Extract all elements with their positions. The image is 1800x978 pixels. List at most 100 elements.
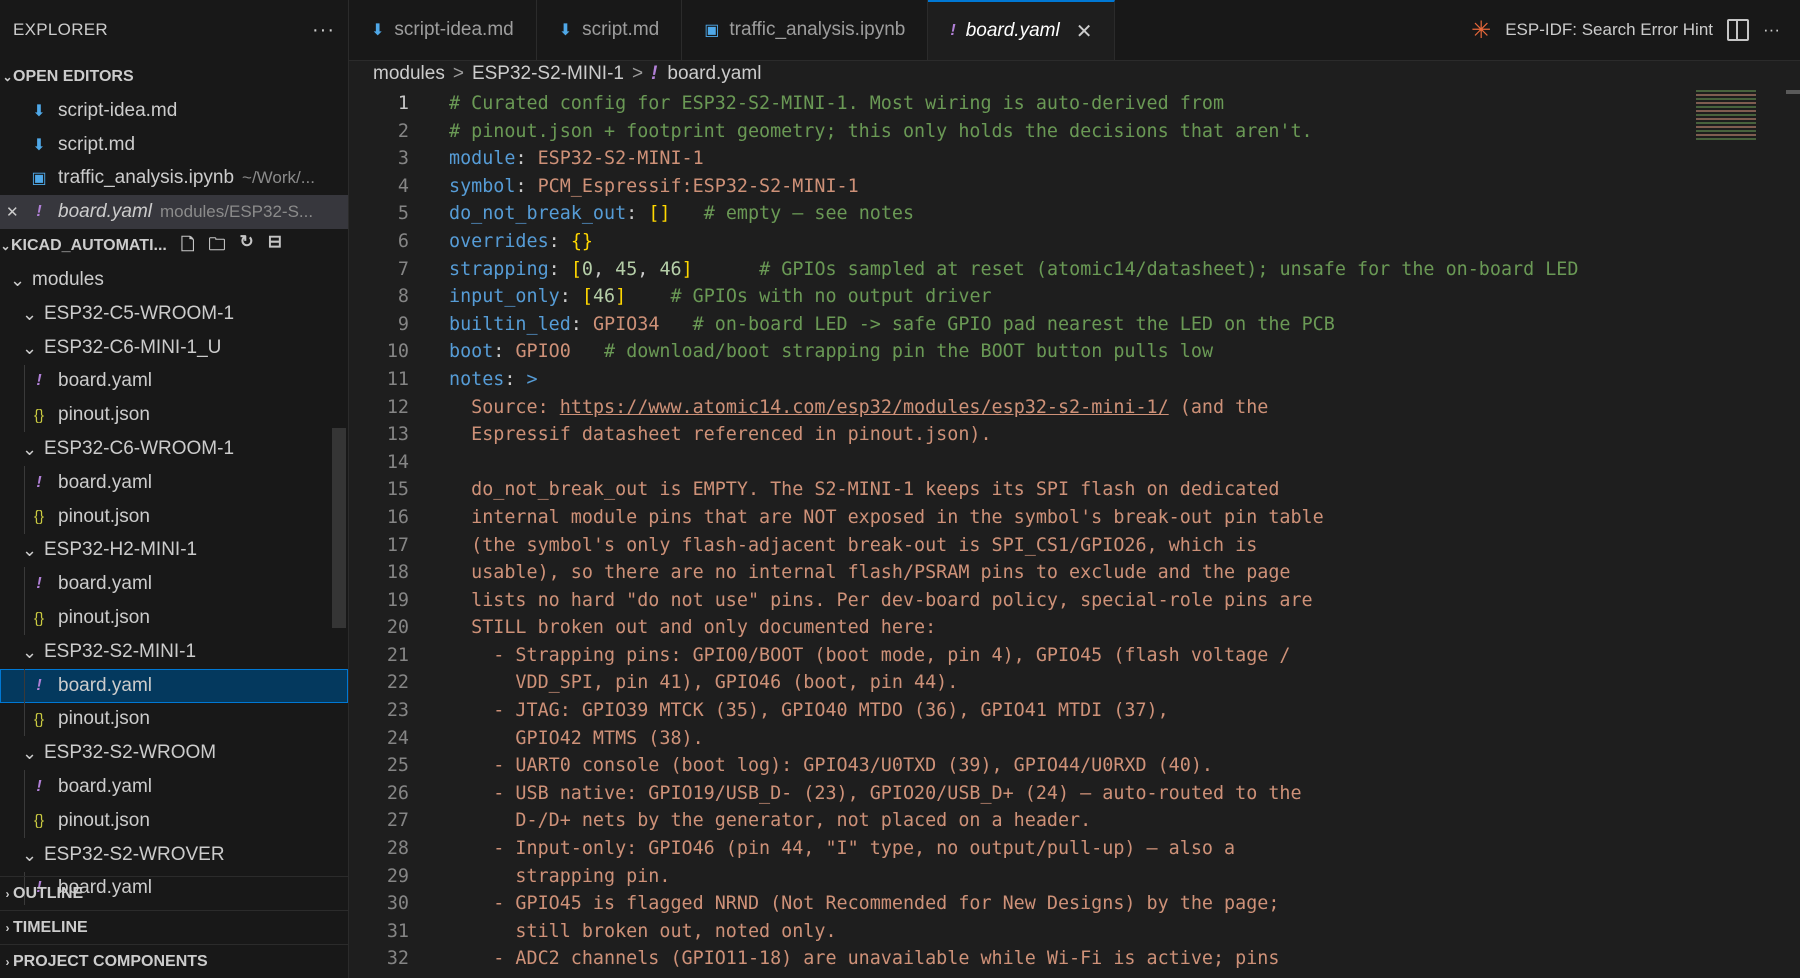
code-token: - UART0 console (boot log): GPIO43/U0TXD… <box>449 755 1213 777</box>
tree-indent-guide <box>24 364 25 399</box>
esp-idf-icon[interactable]: ✳ <box>1471 16 1491 45</box>
open-editor-item[interactable]: ⬇ script.md <box>0 128 348 162</box>
editor-more-button[interactable]: ··· <box>1763 20 1780 40</box>
code-line: 15 do_not_break_out is EMPTY. The S2-MIN… <box>349 476 1800 504</box>
tree-file[interactable]: ! board.yaml <box>0 770 348 804</box>
section-header[interactable]: › TIMELINE <box>0 910 348 944</box>
code-token: : <box>515 175 538 197</box>
yaml-file-icon: ! <box>36 203 42 221</box>
tree-file[interactable]: {} pinout.json <box>0 499 348 534</box>
code-line: 14 <box>349 449 1800 477</box>
workspace-header[interactable]: ⌄ KICAD_AUTOMATI... 🗋 🗀 ↻ ⊟ <box>0 229 348 263</box>
editor-tab[interactable]: ! board.yaml ✕ <box>928 0 1116 60</box>
code-token: GPIO0 <box>515 341 571 363</box>
chevron-down-icon: ⌄ <box>22 641 38 662</box>
line-number: 8 <box>397 286 409 308</box>
line-number: 31 <box>386 920 409 942</box>
code-token: : <box>570 313 593 335</box>
code-editor[interactable]: 1 # Curated config for ESP32-S2-MINI-1. M… <box>349 90 1800 978</box>
new-folder-icon[interactable]: 🗀 <box>209 232 226 261</box>
tree-folder[interactable]: ⌄ ESP32-H2-MINI-1 <box>0 534 348 568</box>
refresh-icon[interactable]: ↻ <box>240 232 254 261</box>
tree-file[interactable]: {} pinout.json <box>0 702 348 737</box>
code-line: 23 - JTAG: GPIO39 MTCK (35), GPIO40 MTDO… <box>349 697 1800 725</box>
chevron-down-icon: ⌄ <box>22 439 38 460</box>
code-token: , <box>637 258 660 280</box>
code-line: 4 symbol: PCM_Espressif:ESP32-S2-MINI-1 <box>349 173 1800 201</box>
markdown-file-icon: ⬇ <box>32 102 46 120</box>
line-content: - Strapping pins: GPIO0/BOOT (boot mode,… <box>449 642 1290 670</box>
code-line: 5 do_not_break_out: [] # empty — see note… <box>349 200 1800 228</box>
code-token: - ADC2 channels (GPIO11-18) are unavaila… <box>449 948 1280 970</box>
tree-indent-guide <box>24 702 25 737</box>
code-token: # GPIOs with no output driver <box>670 286 992 308</box>
tab-label: script.md <box>582 19 660 40</box>
minimap[interactable] <box>1696 90 1756 142</box>
open-editor-item[interactable]: ⬇ script-idea.md <box>0 94 348 128</box>
breadcrumb-item[interactable]: ESP32-S2-MINI-1 <box>472 63 624 85</box>
open-editor-item[interactable]: ✕! board.yaml modules/ESP32-S... <box>0 195 348 230</box>
json-file-icon: {} <box>33 406 45 424</box>
tree-file[interactable]: {} pinout.json <box>0 803 348 838</box>
section-title: OUTLINE <box>13 884 84 902</box>
collapse-all-icon[interactable]: ⊟ <box>268 232 282 261</box>
tree-file[interactable]: ! board.yaml <box>0 465 348 500</box>
yaml-file-icon: ! <box>651 63 658 84</box>
code-token: : <box>504 368 527 390</box>
open-editors-list: ⬇ script-idea.md ⬇ script.md ▣ traffic_analys… <box>0 94 348 230</box>
split-editor-icon[interactable] <box>1727 19 1750 41</box>
tree-indent-guide <box>24 499 25 534</box>
editor-tab[interactable]: ▣ traffic_analysis.ipynb <box>682 0 929 60</box>
section-header[interactable]: › OUTLINE <box>0 876 348 910</box>
yaml-file-icon: ! <box>36 676 42 694</box>
editor-tab[interactable]: ⬇ script.md <box>537 0 683 60</box>
yaml-file-icon: ! <box>36 575 42 593</box>
workspace-actions: 🗋 🗀 ↻ ⊟ <box>181 232 282 261</box>
tree-folder[interactable]: ⌄ ESP32-C6-WROOM-1 <box>0 432 348 466</box>
tree-folder[interactable]: ⌄ ESP32-S2-WROOM <box>0 736 348 770</box>
breadcrumb-item[interactable]: modules <box>373 63 445 85</box>
bottom-sections: › OUTLINE › TIMELINE › PROJECT COMPONENTS <box>0 876 348 978</box>
chevron-right-icon: > <box>631 63 644 84</box>
json-file-icon: {} <box>33 710 45 728</box>
code-line: 8 input_only: [46] # GPIOs with no output… <box>349 283 1800 311</box>
markdown-file-icon: ⬇ <box>371 22 385 39</box>
line-content: strapping: [0, 45, 46] # GPIOs sampled a… <box>449 256 1578 284</box>
editor-scrollbar[interactable] <box>1786 90 1800 94</box>
tree-folder[interactable]: ⌄ ESP32-S2-WROVER <box>0 838 348 872</box>
line-number: 20 <box>386 617 409 639</box>
esp-idf-search-error-hint[interactable]: ESP-IDF: Search Error Hint <box>1505 20 1713 40</box>
tree-folder[interactable]: ⌄ ESP32-C5-WROOM-1 <box>0 297 348 331</box>
sidebar-scrollbar[interactable] <box>332 428 346 628</box>
tree-indent-guide <box>24 601 25 635</box>
tree-folder[interactable]: ⌄ ESP32-S2-MINI-1 <box>0 635 348 669</box>
open-editors-header[interactable]: ⌄ OPEN EDITORS <box>0 60 348 94</box>
editor-tab[interactable]: ⬇ script-idea.md <box>349 0 537 60</box>
tree-file[interactable]: ! board.yaml <box>0 364 348 399</box>
close-tab-icon[interactable]: ✕ <box>1076 19 1093 44</box>
open-editor-label: board.yaml <box>58 201 152 223</box>
code-line: 6 overrides: {} <box>349 228 1800 256</box>
tree-file[interactable]: {} pinout.json <box>0 601 348 635</box>
source-link[interactable]: https://www.atomic14.com/esp32/modules/e… <box>560 397 1169 418</box>
close-icon[interactable]: ✕ <box>6 203 19 221</box>
explorer-more-button[interactable]: ··· <box>312 19 335 42</box>
new-file-icon[interactable]: 🗋 <box>181 232 195 261</box>
chevron-right-icon: › <box>5 954 10 969</box>
section-header[interactable]: › PROJECT COMPONENTS <box>0 944 348 978</box>
code-line: 24 GPIO42 MTMS (38). <box>349 725 1800 753</box>
code-line: 1 # Curated config for ESP32-S2-MINI-1. M… <box>349 90 1800 118</box>
tree-folder[interactable]: ⌄ ESP32-C6-MINI-1_U <box>0 331 348 365</box>
open-editor-item[interactable]: ▣ traffic_analysis.ipynb ~/Work/... <box>0 162 348 196</box>
tree-file[interactable]: ! board.yaml <box>0 668 348 703</box>
tree-file[interactable]: ! board.yaml <box>0 567 348 602</box>
breadcrumb-item[interactable]: board.yaml <box>667 63 761 85</box>
tree-file[interactable]: {} pinout.json <box>0 398 348 433</box>
code-line: 9 builtin_led: GPIO34 # on-board LED -> s… <box>349 311 1800 339</box>
line-number: 13 <box>386 424 409 446</box>
tree-folder[interactable]: ⌄ modules <box>0 263 348 297</box>
line-content: # pinout.json + footprint geometry; this… <box>449 118 1313 146</box>
explorer-header: EXPLORER ··· <box>0 0 348 60</box>
code-token: module <box>449 148 516 170</box>
